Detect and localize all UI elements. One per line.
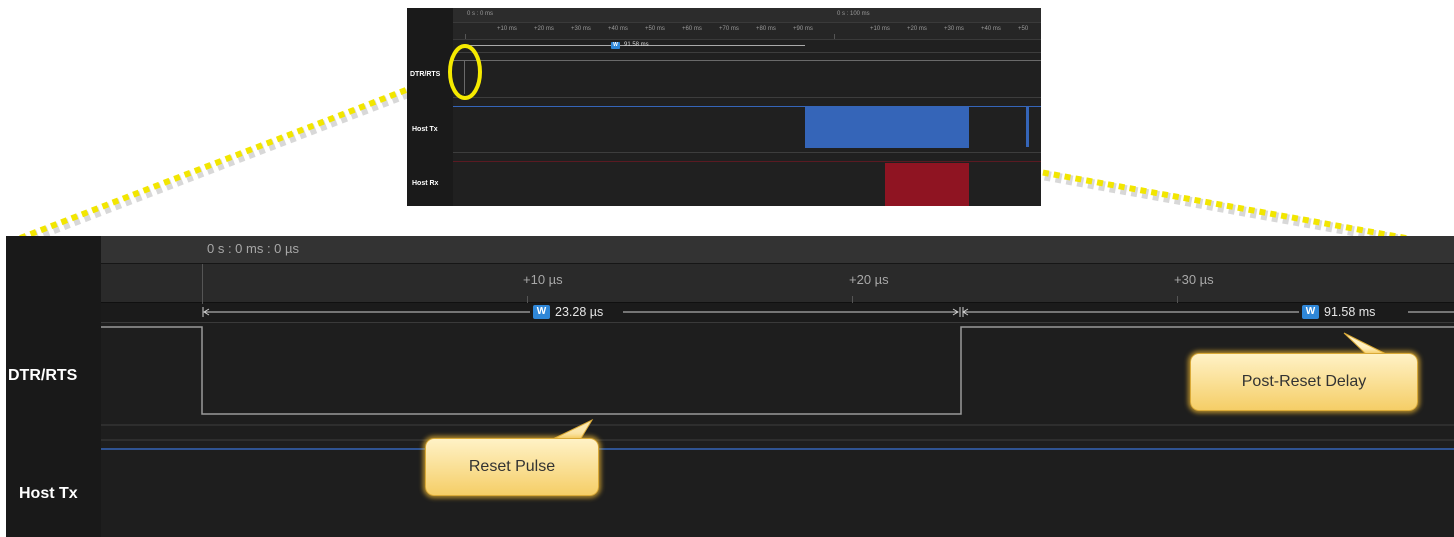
reset-pulse-callout: Reset Pulse — [425, 438, 599, 496]
post-reset-delay-callout-pointer — [1343, 332, 1389, 356]
callout-pointers — [553, 332, 1389, 441]
post-reset-delay-callout: Post-Reset Delay — [1190, 353, 1418, 411]
reset-pulse-callout-pointer — [553, 418, 594, 441]
